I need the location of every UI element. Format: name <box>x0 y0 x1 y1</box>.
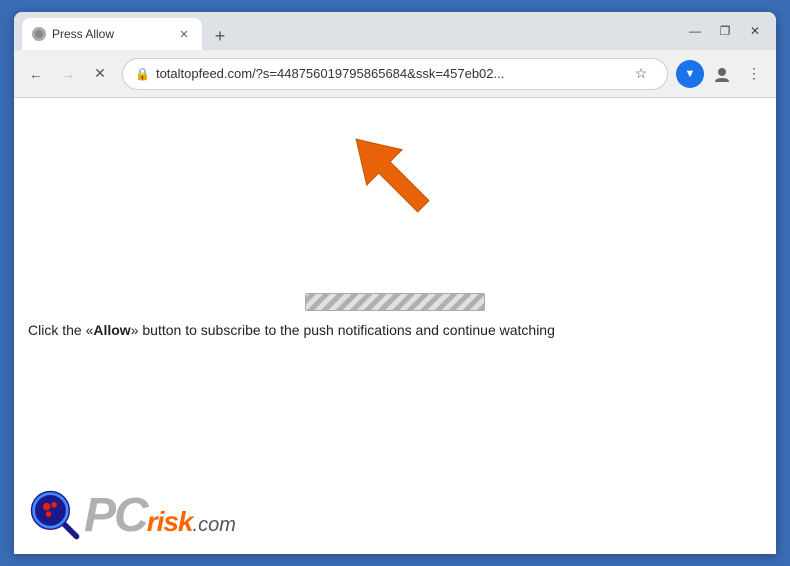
extension-icon[interactable]: ▼ <box>676 60 704 88</box>
tab-close-button[interactable]: ✕ <box>176 26 192 42</box>
close-button[interactable]: ✕ <box>742 20 768 42</box>
risk-text: risk <box>147 508 193 536</box>
back-button[interactable]: ← <box>22 60 50 88</box>
window-controls: — ❐ ✕ <box>682 20 768 42</box>
menu-button[interactable]: ⋮ <box>740 60 768 88</box>
arrow-icon <box>335 118 455 238</box>
browser-window: Press Allow ✕ + — ❐ ✕ ← → ✕ 🔒 totaltopfe… <box>14 12 776 554</box>
active-tab[interactable]: Press Allow ✕ <box>22 18 202 50</box>
forward-button[interactable]: → <box>54 60 82 88</box>
title-bar: Press Allow ✕ + — ❐ ✕ <box>14 12 776 50</box>
arrow-container <box>335 118 455 243</box>
maximize-button[interactable]: ❐ <box>712 20 738 42</box>
minimize-button[interactable]: — <box>682 20 708 42</box>
bookmark-icon[interactable]: ☆ <box>627 60 655 88</box>
dotcom-text: .com <box>193 514 236 537</box>
url-text: totaltopfeed.com/?s=448756019795865684&s… <box>156 66 621 81</box>
pcrisk-logo: PC risk .com <box>28 488 236 544</box>
profile-button[interactable] <box>708 60 736 88</box>
extension-icon-symbol: ▼ <box>685 68 696 80</box>
page-content: Click the «Allow» button to subscribe to… <box>14 98 776 554</box>
pc-text: PC <box>84 492 147 540</box>
progress-bar-container <box>305 293 485 311</box>
pcrisk-logo-icon <box>28 488 84 544</box>
address-bar[interactable]: 🔒 totaltopfeed.com/?s=448756019795865684… <box>122 58 668 90</box>
nav-bar: ← → ✕ 🔒 totaltopfeed.com/?s=448756019795… <box>14 50 776 98</box>
stop-reload-button[interactable]: ✕ <box>86 60 114 88</box>
message-text: Click the «Allow» button to subscribe to… <box>28 320 762 341</box>
new-tab-button[interactable]: + <box>206 22 234 50</box>
pcrisk-text: PC risk .com <box>84 492 236 540</box>
tab-title: Press Allow <box>52 27 170 41</box>
progress-bar <box>305 293 485 311</box>
lock-icon: 🔒 <box>135 67 150 81</box>
allow-keyword: Allow <box>93 322 130 338</box>
tab-favicon <box>32 27 46 41</box>
